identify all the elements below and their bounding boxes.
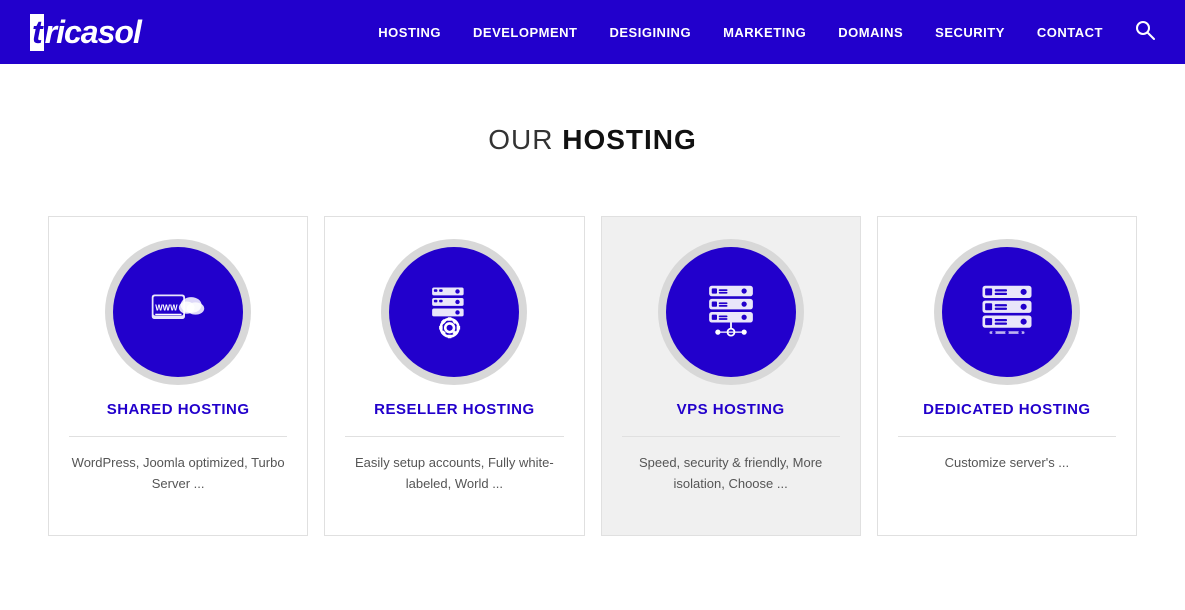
- shared-hosting-icon: WWW: [143, 277, 213, 347]
- main-content: OUR HOSTING WWW SHARED HOSTING WordPress…: [0, 64, 1185, 536]
- svg-text:WWW: WWW: [155, 303, 178, 312]
- dedicated-hosting-title: DEDICATED HOSTING: [923, 401, 1090, 418]
- vps-hosting-desc: Speed, security & friendly, More isolati…: [622, 453, 840, 495]
- vps-hosting-icon-circle: [666, 247, 796, 377]
- search-icon[interactable]: [1135, 20, 1155, 45]
- nav-domains[interactable]: DOMAINS: [838, 25, 903, 40]
- logo-t: t: [30, 14, 44, 51]
- reseller-hosting-icon: [419, 277, 489, 347]
- shared-hosting-title: SHARED HOSTING: [107, 401, 250, 418]
- logo-text: ricasol: [45, 14, 141, 50]
- card-vps-hosting: VPS HOSTING Speed, security & friendly, …: [601, 216, 861, 536]
- nav-development[interactable]: DEVELOPMENT: [473, 25, 577, 40]
- card-shared-hosting: WWW SHARED HOSTING WordPress, Joomla opt…: [48, 216, 308, 536]
- dedicated-hosting-desc: Customize server's ...: [945, 453, 1070, 474]
- reseller-hosting-desc: Easily setup accounts, Fully white-label…: [345, 453, 563, 495]
- reseller-hosting-title: RESELLER HOSTING: [374, 401, 535, 418]
- card-reseller-hosting: RESELLER HOSTING Easily setup accounts, …: [324, 216, 584, 536]
- nav-contact[interactable]: CONTACT: [1037, 25, 1103, 40]
- dedicated-hosting-divider: [898, 436, 1116, 437]
- nav-designing[interactable]: DESIGINING: [609, 25, 691, 40]
- reseller-hosting-icon-circle: [389, 247, 519, 377]
- section-title: OUR HOSTING: [40, 124, 1145, 156]
- nav-security[interactable]: SECURITY: [935, 25, 1005, 40]
- logo[interactable]: tricasol: [30, 14, 141, 51]
- shared-hosting-desc: WordPress, Joomla optimized, Turbo Serve…: [69, 453, 287, 495]
- reseller-hosting-divider: [345, 436, 563, 437]
- section-title-prefix: OUR: [488, 124, 562, 155]
- shared-hosting-icon-circle: WWW: [113, 247, 243, 377]
- cards-row: WWW SHARED HOSTING WordPress, Joomla opt…: [40, 216, 1145, 536]
- vps-hosting-title: VPS HOSTING: [677, 401, 785, 418]
- dedicated-hosting-icon: [972, 277, 1042, 347]
- shared-hosting-divider: [69, 436, 287, 437]
- nav-marketing[interactable]: MARKETING: [723, 25, 806, 40]
- nav-hosting[interactable]: HOSTING: [378, 25, 441, 40]
- nav-links: HOSTING DEVELOPMENT DESIGINING MARKETING…: [378, 20, 1155, 45]
- vps-hosting-icon: [696, 277, 766, 347]
- dedicated-hosting-icon-circle: [942, 247, 1072, 377]
- section-title-bold: HOSTING: [562, 124, 697, 155]
- navbar: tricasol HOSTING DEVELOPMENT DESIGINING …: [0, 0, 1185, 64]
- card-dedicated-hosting: DEDICATED HOSTING Customize server's ...: [877, 216, 1137, 536]
- vps-hosting-divider: [622, 436, 840, 437]
